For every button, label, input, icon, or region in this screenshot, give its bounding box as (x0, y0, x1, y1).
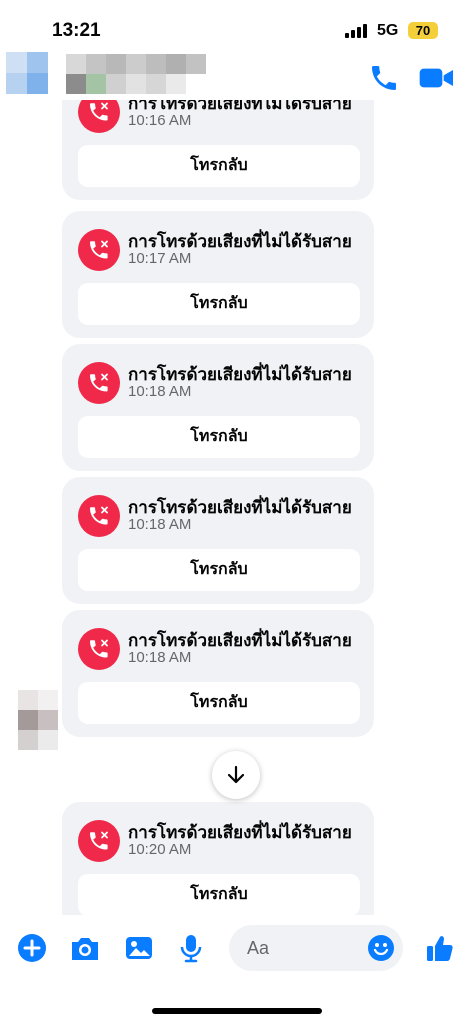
missed-call-icon (78, 495, 120, 537)
arrow-down-icon (227, 765, 245, 784)
missed-call-icon (78, 362, 120, 404)
missed-call-icon (78, 229, 120, 271)
missed-call-card: การโทรด้วยเสียงที่ไม่ได้รับสาย 10:17 AM โท… (62, 211, 374, 338)
missed-call-time: 10:20 AM (128, 841, 192, 858)
missed-call-time: 10:18 AM (128, 649, 192, 666)
contact-name-pixelated[interactable] (66, 54, 212, 94)
chat-header (0, 50, 473, 100)
call-back-button[interactable]: โทรกลับ (78, 416, 360, 458)
call-back-button[interactable]: โทรกลับ (78, 145, 360, 187)
camera-icon[interactable] (68, 932, 100, 964)
battery-indicator: 70 (408, 22, 438, 39)
missed-call-time: 10:16 AM (128, 112, 192, 129)
voice-call-button[interactable] (368, 62, 400, 94)
signal-icon (345, 24, 369, 38)
scroll-to-bottom-button[interactable] (212, 751, 260, 799)
missed-call-icon (78, 820, 120, 862)
plus-icon[interactable] (16, 932, 48, 964)
video-camera-icon (419, 68, 453, 88)
call-back-button[interactable]: โทรกลับ (78, 549, 360, 591)
sender-avatar-pixelated[interactable] (18, 690, 58, 750)
missed-call-time: 10:18 AM (128, 516, 192, 533)
missed-call-icon (78, 628, 120, 670)
image-icon[interactable] (123, 932, 155, 964)
status-bar: 13:21 5G 70 (0, 0, 473, 50)
missed-call-time: 10:18 AM (128, 383, 192, 400)
home-indicator (152, 1008, 322, 1014)
missed-call-time: 10:17 AM (128, 250, 192, 267)
missed-call-card: การโทรด้วยเสียงที่ไม่ได้รับสาย 10:16 AM โท… (62, 100, 374, 200)
missed-call-icon (78, 100, 120, 133)
missed-call-card: การโทรด้วยเสียงที่ไม่ได้รับสาย 10:18 AM โท… (62, 610, 374, 737)
call-back-button[interactable]: โทรกลับ (78, 874, 360, 915)
network-label: 5G (377, 22, 399, 39)
thumbs-up-icon[interactable] (424, 932, 456, 964)
emoji-icon[interactable] (367, 934, 395, 962)
video-call-button[interactable] (418, 62, 456, 94)
missed-call-card: การโทรด้วยเสียงที่ไม่ได้รับสาย 10:20 AM โท… (62, 802, 374, 915)
status-time: 13:21 (52, 20, 101, 41)
missed-call-card: การโทรด้วยเสียงที่ไม่ได้รับสาย 10:18 AM โท… (62, 344, 374, 471)
call-back-button[interactable]: โทรกลับ (78, 682, 360, 724)
contact-avatar[interactable] (6, 52, 48, 94)
microphone-icon[interactable] (175, 932, 207, 964)
call-back-button[interactable]: โทรกลับ (78, 283, 360, 325)
message-input[interactable]: Aa (229, 925, 403, 971)
phone-icon (372, 66, 396, 90)
message-input-placeholder: Aa (247, 938, 270, 958)
composer-bar: Aa (0, 918, 473, 980)
missed-call-card: การโทรด้วยเสียงที่ไม่ได้รับสาย 10:18 AM โท… (62, 477, 374, 604)
